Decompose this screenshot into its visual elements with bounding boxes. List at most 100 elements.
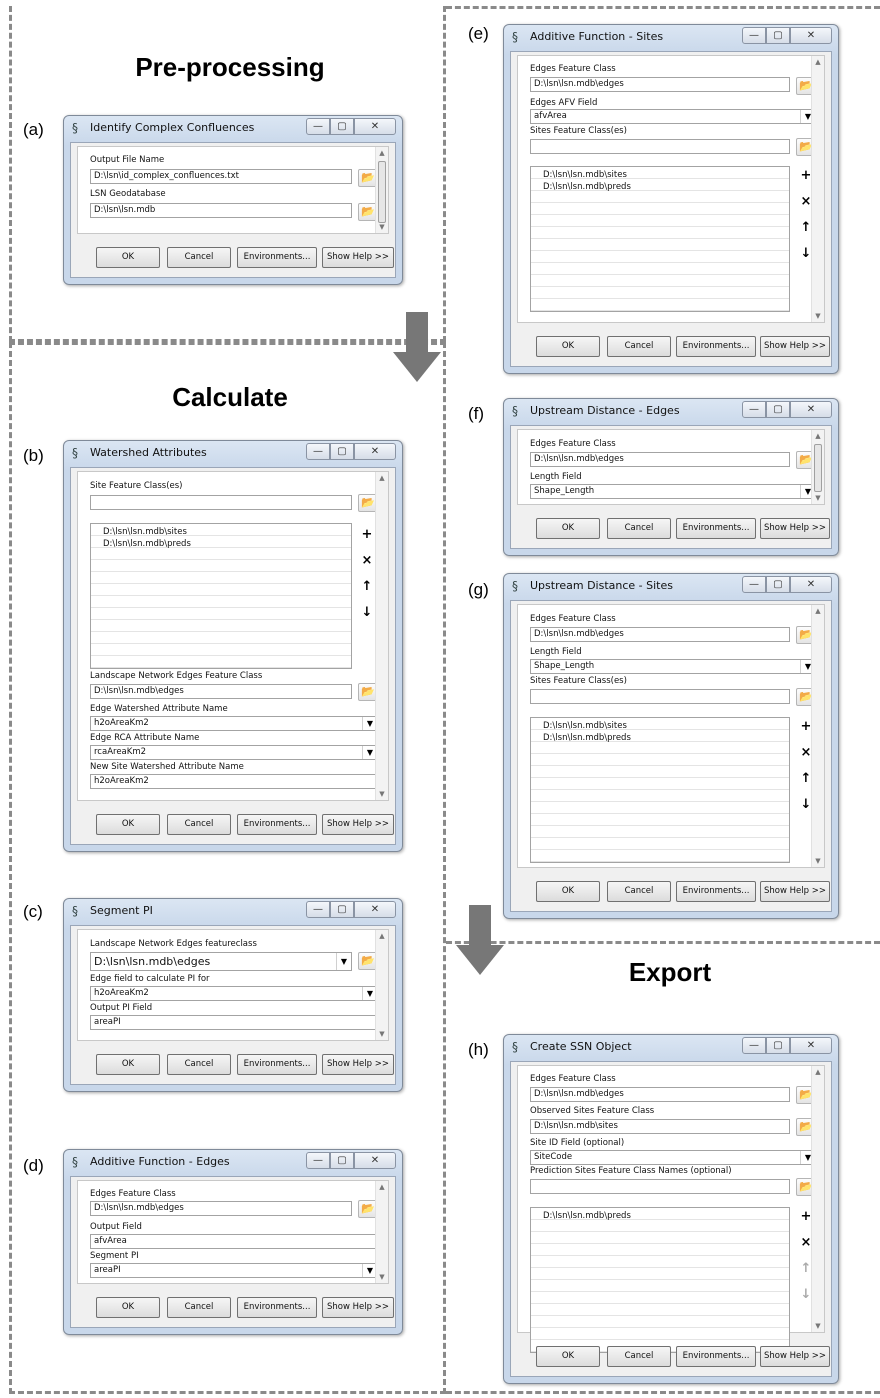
cancel-button[interactable]: Cancel (167, 247, 231, 268)
environments-button[interactable]: Environments... (676, 336, 756, 357)
sites-feature-classes-list[interactable]: D:\lsn\lsn.mdb\sites D:\lsn\lsn.mdb\pred… (530, 166, 790, 312)
ok-button[interactable]: OK (536, 1346, 600, 1367)
vertical-scrollbar[interactable]: ▲ ▼ (375, 147, 388, 233)
minimize-button[interactable]: — (742, 27, 766, 44)
scroll-up-arrow-icon[interactable]: ▲ (376, 472, 388, 484)
title-bar[interactable]: § Additive Function - Sites — ▢ ✕ (504, 25, 838, 49)
cancel-button[interactable]: Cancel (607, 1346, 671, 1367)
title-bar[interactable]: § Upstream Distance - Edges — ▢ ✕ (504, 399, 838, 423)
sites-feature-classes-input[interactable] (530, 139, 790, 154)
ok-button[interactable]: OK (536, 336, 600, 357)
minimize-button[interactable]: — (742, 576, 766, 593)
list-item[interactable]: D:\lsn\lsn.mdb\preds (543, 1211, 631, 1221)
landscape-network-edges-select[interactable]: D:\lsn\lsn.mdb\edges ▼ (90, 952, 352, 971)
site-id-field-select[interactable]: SiteCode ▼ (530, 1150, 816, 1165)
environments-button[interactable]: Environments... (237, 1297, 317, 1318)
site-feature-classes-list[interactable]: D:\lsn\lsn.mdb\sites D:\lsn\lsn.mdb\pred… (90, 523, 352, 669)
minimize-button[interactable]: — (742, 1037, 766, 1054)
scroll-up-arrow-icon[interactable]: ▲ (376, 147, 388, 159)
scroll-down-arrow-icon[interactable]: ▼ (376, 1028, 388, 1040)
scroll-down-arrow-icon[interactable]: ▼ (376, 221, 388, 233)
segment-pi-select[interactable]: areaPI ▼ (90, 1263, 378, 1278)
list-item[interactable]: D:\lsn\lsn.mdb\preds (103, 539, 191, 549)
show-help-button[interactable]: Show Help >> (760, 881, 830, 902)
title-bar[interactable]: § Segment PI — ▢ ✕ (64, 899, 402, 923)
minimize-button[interactable]: — (306, 1152, 330, 1169)
environments-button[interactable]: Environments... (676, 1346, 756, 1367)
edge-watershed-attribute-select[interactable]: h2oAreaKm2 ▼ (90, 716, 378, 731)
scroll-down-arrow-icon[interactable]: ▼ (812, 492, 824, 504)
list-item[interactable]: D:\lsn\lsn.mdb\preds (543, 182, 631, 192)
title-bar[interactable]: § Create SSN Object — ▢ ✕ (504, 1035, 838, 1059)
show-help-button[interactable]: Show Help >> (322, 814, 394, 835)
remove-icon[interactable]: × (358, 553, 376, 568)
length-field-select[interactable]: Shape_Length ▼ (530, 659, 816, 674)
ok-button[interactable]: OK (96, 1054, 160, 1075)
maximize-button[interactable]: ▢ (330, 443, 354, 460)
landscape-network-edges-field[interactable]: D:\lsn\lsn.mdb\edges (90, 684, 352, 699)
sites-feature-classes-input[interactable] (530, 689, 790, 704)
scroll-thumb[interactable] (378, 161, 386, 223)
maximize-button[interactable]: ▢ (330, 901, 354, 918)
edges-afv-field-select[interactable]: afvArea ▼ (530, 109, 816, 124)
edges-feature-class-field[interactable]: D:\lsn\lsn.mdb\edges (530, 77, 790, 92)
title-bar[interactable]: § Identify Complex Confluences — ▢ ✕ (64, 116, 402, 140)
environments-button[interactable]: Environments... (237, 814, 317, 835)
ok-button[interactable]: OK (96, 1297, 160, 1318)
list-item[interactable]: D:\lsn\lsn.mdb\sites (543, 170, 627, 180)
ok-button[interactable]: OK (96, 814, 160, 835)
environments-button[interactable]: Environments... (237, 1054, 317, 1075)
environments-button[interactable]: Environments... (676, 881, 756, 902)
minimize-button[interactable]: — (306, 118, 330, 135)
environments-button[interactable]: Environments... (676, 518, 756, 539)
minimize-button[interactable]: — (742, 401, 766, 418)
edge-rca-attribute-select[interactable]: rcaAreaKm2 ▼ (90, 745, 378, 760)
prediction-sites-list[interactable]: D:\lsn\lsn.mdb\preds (530, 1207, 790, 1353)
vertical-scrollbar[interactable]: ▲ ▼ (375, 930, 388, 1040)
minimize-button[interactable]: — (306, 901, 330, 918)
scroll-down-arrow-icon[interactable]: ▼ (812, 310, 824, 322)
prediction-sites-input[interactable] (530, 1179, 790, 1194)
add-icon[interactable]: + (358, 527, 376, 542)
maximize-button[interactable]: ▢ (766, 576, 790, 593)
scroll-up-arrow-icon[interactable]: ▲ (812, 56, 824, 68)
new-site-watershed-attribute-field[interactable]: h2oAreaKm2 (90, 774, 378, 789)
cancel-button[interactable]: Cancel (607, 336, 671, 357)
cancel-button[interactable]: Cancel (167, 1297, 231, 1318)
cancel-button[interactable]: Cancel (167, 1054, 231, 1075)
list-item[interactable]: D:\lsn\lsn.mdb\sites (543, 721, 627, 731)
scroll-up-arrow-icon[interactable]: ▲ (376, 930, 388, 942)
maximize-button[interactable]: ▢ (766, 27, 790, 44)
observed-sites-field[interactable]: D:\lsn\lsn.mdb\sites (530, 1119, 790, 1134)
close-button[interactable]: ✕ (354, 443, 396, 460)
scroll-down-arrow-icon[interactable]: ▼ (812, 1320, 824, 1332)
show-help-button[interactable]: Show Help >> (322, 1054, 394, 1075)
close-button[interactable]: ✕ (790, 1037, 832, 1054)
scroll-up-arrow-icon[interactable]: ▲ (812, 430, 824, 442)
maximize-button[interactable]: ▢ (766, 401, 790, 418)
cancel-button[interactable]: Cancel (607, 518, 671, 539)
show-help-button[interactable]: Show Help >> (322, 247, 394, 268)
sites-feature-classes-list[interactable]: D:\lsn\lsn.mdb\sites D:\lsn\lsn.mdb\pred… (530, 717, 790, 863)
vertical-scrollbar[interactable]: ▲ ▼ (375, 472, 388, 800)
show-help-button[interactable]: Show Help >> (760, 336, 830, 357)
edges-feature-class-field[interactable]: D:\lsn\lsn.mdb\edges (530, 452, 790, 467)
vertical-scrollbar[interactable]: ▲ ▼ (811, 56, 824, 322)
scroll-up-arrow-icon[interactable]: ▲ (812, 605, 824, 617)
output-field[interactable]: afvArea (90, 1234, 378, 1249)
site-feature-classes-input[interactable] (90, 495, 352, 510)
edges-feature-class-field[interactable]: D:\lsn\lsn.mdb\edges (530, 1087, 790, 1102)
scroll-up-arrow-icon[interactable]: ▲ (376, 1181, 388, 1193)
maximize-button[interactable]: ▢ (330, 1152, 354, 1169)
move-up-arrow-icon[interactable]: ↑ (358, 579, 376, 594)
ok-button[interactable]: OK (536, 881, 600, 902)
show-help-button[interactable]: Show Help >> (760, 1346, 830, 1367)
ok-button[interactable]: OK (536, 518, 600, 539)
chevron-down-icon[interactable]: ▼ (336, 953, 351, 970)
vertical-scrollbar[interactable]: ▲ ▼ (811, 1066, 824, 1332)
move-down-arrow-icon[interactable]: ↓ (358, 605, 376, 620)
output-pi-field[interactable]: areaPI (90, 1015, 378, 1030)
close-button[interactable]: ✕ (354, 1152, 396, 1169)
output-file-name-field[interactable]: D:\lsn\id_complex_confluences.txt (90, 169, 352, 184)
length-field-select[interactable]: Shape_Length ▼ (530, 484, 816, 499)
